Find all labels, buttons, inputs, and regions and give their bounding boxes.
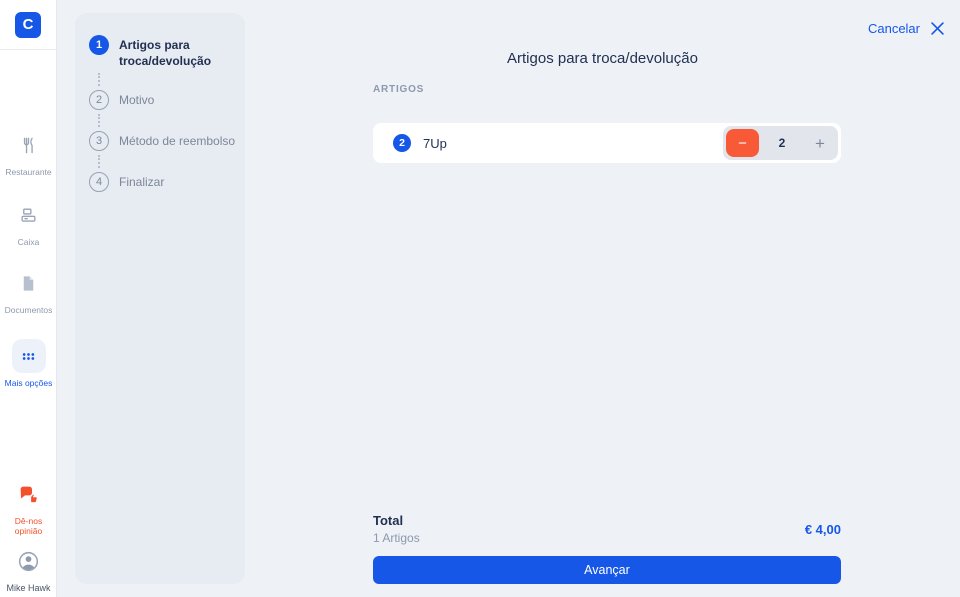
restaurant-icon <box>12 128 46 162</box>
total-label: Total <box>373 513 404 528</box>
total-row: Total 1 Artigos € 4,00 <box>373 513 841 545</box>
step-4-finalizar[interactable]: 4 Finalizar <box>89 172 231 192</box>
section-label-artigos: ARTIGOS <box>373 84 425 95</box>
step-connector <box>98 73 231 86</box>
step-label: Método de reembolso <box>119 134 236 148</box>
sidebar-item-label: Mais opções <box>4 378 53 388</box>
step-label: Artigos para troca/devolução <box>119 38 212 68</box>
more-options-icon <box>11 339 46 373</box>
quantity-value: 2 <box>778 136 786 150</box>
sidebar-item-feedback[interactable]: Dê-nos opinião <box>0 477 57 536</box>
sidebar-item-mais-opcoes[interactable]: Mais opções <box>0 339 57 388</box>
page-title: Artigos para troca/devolução <box>507 50 698 67</box>
sidebar-item-restaurante[interactable]: Restaurante <box>0 128 57 177</box>
close-icon[interactable] <box>931 22 944 35</box>
cancel-row: Cancelar <box>868 21 944 36</box>
item-count-badge: 2 <box>393 134 411 152</box>
logo-section: C <box>0 0 56 50</box>
summary-footer: Total 1 Artigos € 4,00 Avançar <box>373 513 841 584</box>
step-label: Motivo <box>119 93 155 107</box>
sidebar-item-label: Documentos <box>4 305 53 315</box>
avatar-icon <box>12 544 46 578</box>
sidebar-item-documentos[interactable]: Documentos <box>0 266 57 315</box>
advance-button[interactable]: Avançar <box>373 556 841 584</box>
stepper-panel: 1 Artigos para troca/devolução 2 Motivo … <box>75 13 245 584</box>
item-name: 7Up <box>423 135 447 151</box>
cash-register-icon <box>12 198 46 232</box>
increase-quantity-button[interactable]: + <box>805 129 835 157</box>
step-number-badge: 2 <box>89 90 109 110</box>
main-content: Cancelar Artigos para troca/devolução AR… <box>245 0 960 597</box>
step-connector <box>98 114 231 127</box>
quantity-stepper: − 2 + <box>723 126 838 160</box>
total-items-count: 1 Artigos <box>373 531 420 545</box>
sidebar-item-label: Dê-nos opinião <box>14 516 43 536</box>
sidebar-item-label: Caixa <box>17 237 40 247</box>
sidebar-item-label: Restaurante <box>5 167 52 177</box>
step-connector <box>98 155 231 168</box>
step-label: Finalizar <box>119 175 165 189</box>
step-number-badge: 3 <box>89 131 109 151</box>
step-number-badge: 1 <box>89 35 109 55</box>
step-number-badge: 4 <box>89 172 109 192</box>
app-logo[interactable]: C <box>15 11 41 38</box>
return-item-row: 2 7Up − 2 + <box>373 123 841 163</box>
documents-icon <box>12 266 46 300</box>
sidebar-item-user[interactable]: Mike Hawk <box>0 544 57 593</box>
step-1-artigos[interactable]: 1 Artigos para troca/devolução <box>89 35 231 69</box>
step-3-metodo-reembolso[interactable]: 3 Método de reembolso <box>89 131 235 151</box>
decrease-quantity-button[interactable]: − <box>726 129 759 157</box>
feedback-icon <box>12 477 46 511</box>
sidebar-item-caixa[interactable]: Caixa <box>0 198 57 247</box>
total-amount: € 4,00 <box>804 521 841 537</box>
user-name: Mike Hawk <box>6 583 51 593</box>
cancel-button[interactable]: Cancelar <box>868 21 920 36</box>
step-2-motivo[interactable]: 2 Motivo <box>89 90 231 110</box>
sidebar: C Restaurante Caixa Documentos Mais opçõ… <box>0 0 57 597</box>
